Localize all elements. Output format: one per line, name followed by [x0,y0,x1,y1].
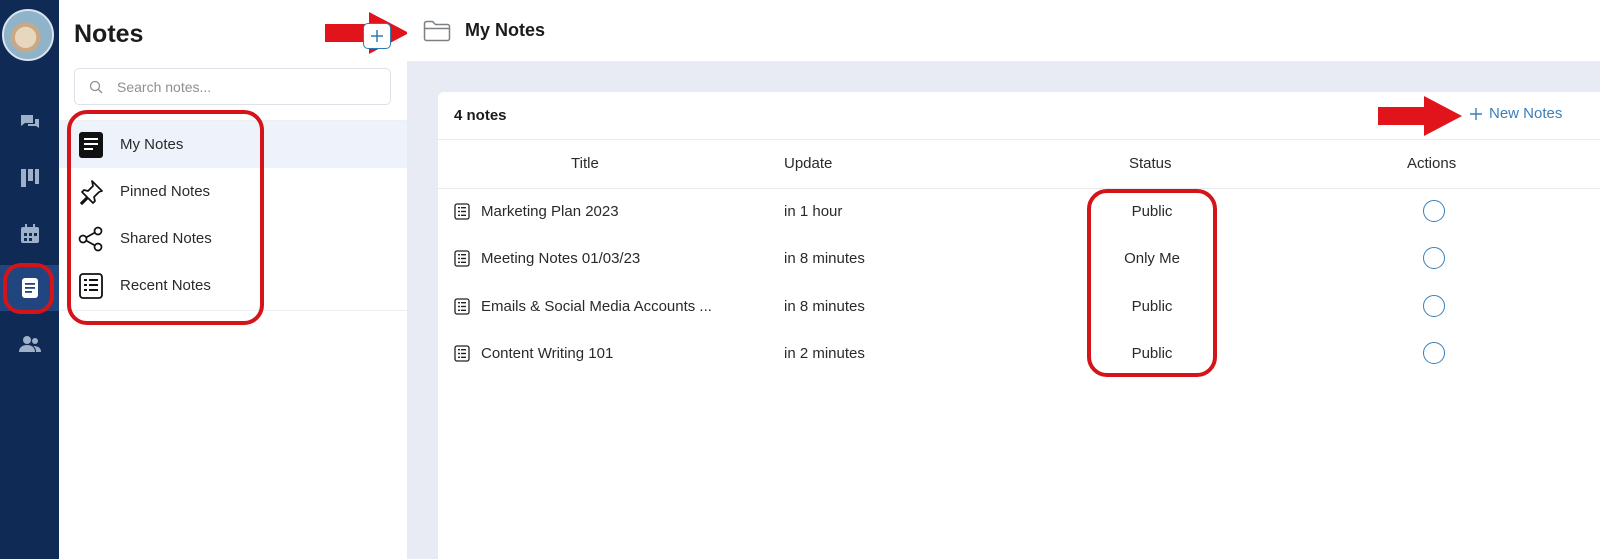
note-updated: in 2 minutes [784,345,865,362]
note-list-icon [454,298,470,315]
chat-icon[interactable] [0,100,59,146]
topbar: My Notes [407,0,1600,61]
note-list-icon [454,345,470,362]
avatar[interactable] [2,9,54,61]
column-header-actions: Actions [1407,155,1457,172]
search-box[interactable] [74,68,391,105]
annotation-highlight [67,110,264,325]
page-title: My Notes [465,20,546,40]
calendar-icon[interactable] [0,211,59,257]
note-title[interactable]: Content Writing 101 [481,345,613,362]
note-updated: in 1 hour [784,203,843,220]
new-notes-button[interactable]: New Notes [1469,105,1562,122]
new-notes-label: New Notes [1489,105,1563,122]
note-title[interactable]: Marketing Plan 2023 [481,203,619,220]
add-note-button[interactable] [363,23,391,49]
note-updated: in 8 minutes [784,298,865,315]
column-header-status[interactable]: Status [1129,155,1172,172]
row-action-toggle[interactable] [1423,342,1445,364]
notes-count: 4 notes [454,107,507,124]
row-action-toggle[interactable] [1423,247,1445,269]
team-icon[interactable] [0,321,59,367]
table-row[interactable]: Marketing Plan 2023 in 1 hour Public [438,189,1600,236]
table-header: Title Update Status Actions [438,140,1600,189]
annotation-highlight [3,263,54,314]
annotation-arrow [1378,96,1462,136]
plus-icon [371,30,383,42]
card-header: 4 notes New Notes [438,92,1600,140]
panel-title: Notes [74,20,144,48]
note-list-icon [454,203,470,220]
search-input[interactable] [117,78,367,95]
search-icon [89,80,103,93]
note-title[interactable]: Emails & Social Media Accounts ... [481,298,712,315]
column-header-title[interactable]: Title [571,155,599,172]
note-title[interactable]: Meeting Notes 01/03/23 [481,250,640,267]
notes-table-card: 4 notes New Notes Title Update Status Ac… [438,92,1600,559]
folder-icon [423,20,451,41]
note-list-icon [454,250,470,267]
table-row[interactable]: Meeting Notes 01/03/23 in 8 minutes Only… [438,236,1600,283]
column-header-update[interactable]: Update [784,155,832,172]
row-action-toggle[interactable] [1423,200,1445,222]
plus-icon [1470,107,1482,120]
note-updated: in 8 minutes [784,250,865,267]
main-area: My Notes 4 notes New Notes Title Update … [407,0,1600,559]
board-icon[interactable] [0,155,59,201]
table-row[interactable]: Emails & Social Media Accounts ... in 8 … [438,284,1600,331]
table-row[interactable]: Content Writing 101 in 2 minutes Public [438,331,1600,378]
row-action-toggle[interactable] [1423,295,1445,317]
app-rail [0,0,59,559]
annotation-highlight [1087,189,1217,377]
